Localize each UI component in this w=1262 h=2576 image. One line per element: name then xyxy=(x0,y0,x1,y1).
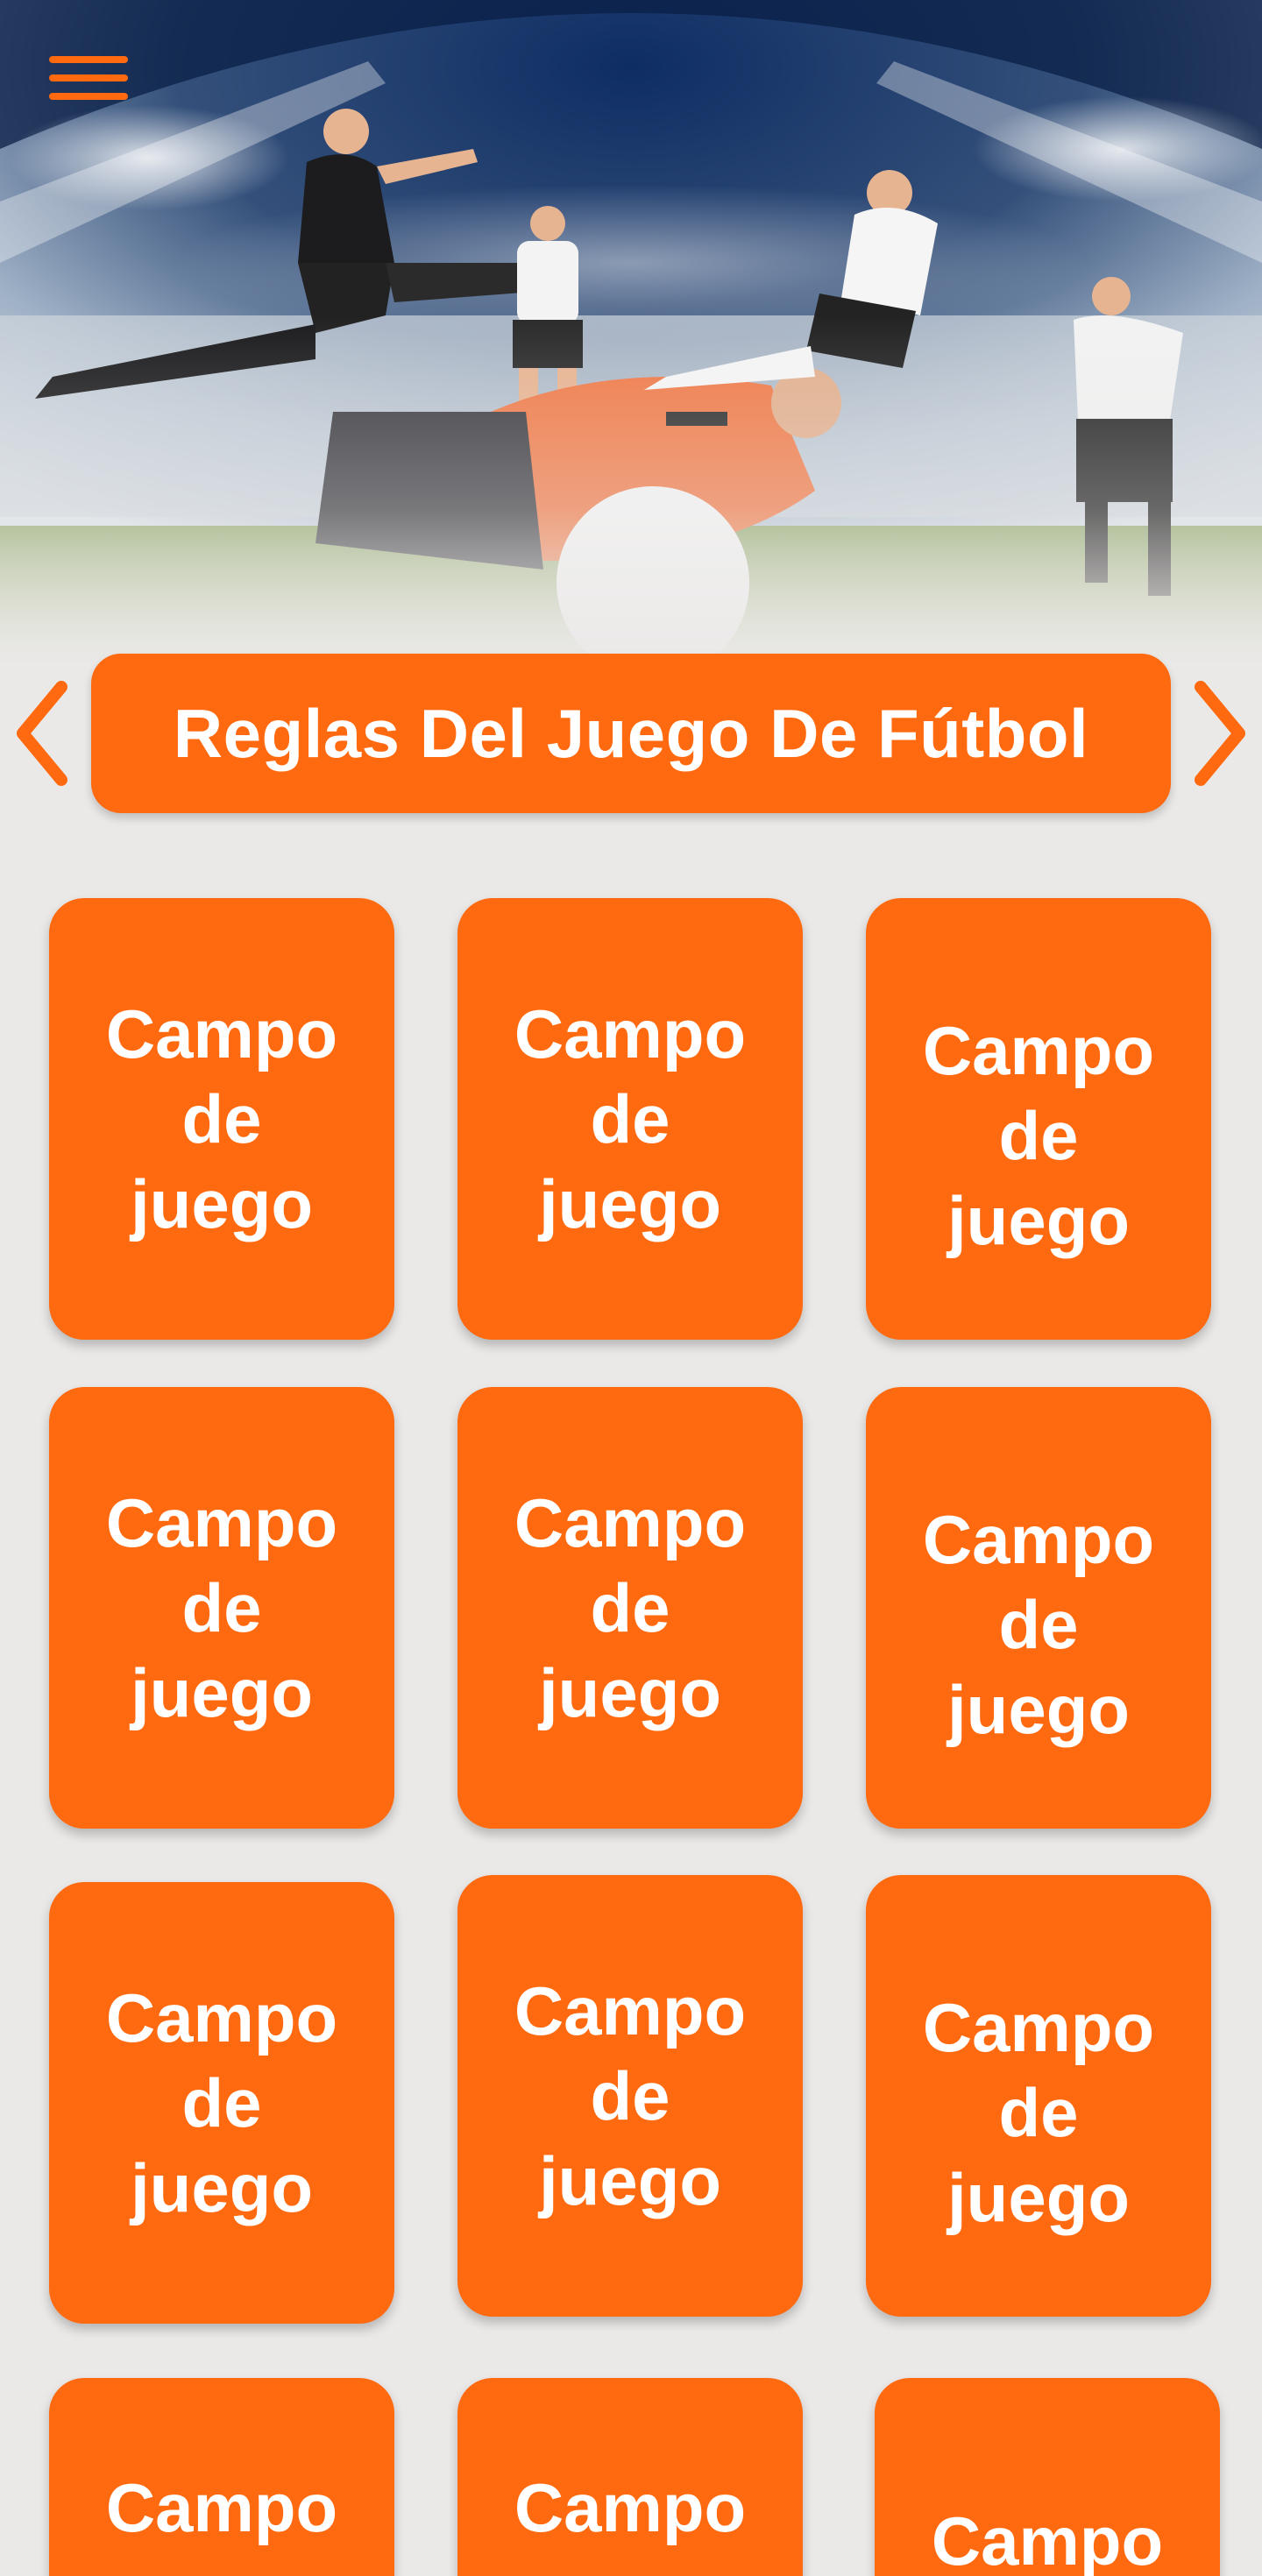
chevron-right-icon xyxy=(1195,681,1245,786)
rule-card-label: Campo de juego xyxy=(514,1483,747,1731)
rule-card[interactable]: Campo de juego xyxy=(457,898,803,1340)
rule-card[interactable]: Campo xyxy=(49,2378,394,2576)
rule-card-label: Campo xyxy=(931,2502,1164,2576)
next-button[interactable] xyxy=(1190,676,1253,790)
rule-card-label: Campo de juego xyxy=(105,994,338,1242)
rule-card[interactable]: Campo de juego xyxy=(49,1387,394,1829)
rule-card-label: Campo de juego xyxy=(514,1971,747,2219)
hamburger-menu-icon-line xyxy=(49,93,128,100)
rule-card[interactable]: Campo de juego xyxy=(457,1387,803,1829)
rule-card-label: Campo de juego xyxy=(105,1483,338,1731)
app-screen: Reglas Del Juego De Fútbol Campo de jueg… xyxy=(0,0,1262,2576)
title-bar: Reglas Del Juego De Fútbol xyxy=(0,652,1262,818)
previous-button[interactable] xyxy=(9,676,72,790)
chevron-left-icon xyxy=(17,681,67,786)
page-title: Reglas Del Juego De Fútbol xyxy=(173,694,1089,772)
hamburger-menu-icon xyxy=(49,56,128,63)
rule-card[interactable]: Campo de juego xyxy=(457,1875,803,2317)
rule-card[interactable]: Campo de juego xyxy=(866,1875,1211,2317)
rule-card-label: Campo de juego xyxy=(514,994,747,1242)
rule-card[interactable]: Campo de juego xyxy=(49,898,394,1340)
hamburger-menu-button[interactable] xyxy=(42,49,135,107)
hamburger-menu-icon-line xyxy=(49,74,128,81)
rule-card-label: Campo de juego xyxy=(922,1011,1155,1259)
rule-card[interactable]: Campo de juego xyxy=(866,1387,1211,1829)
rule-card[interactable]: Campo xyxy=(457,2378,803,2576)
rules-grid: Campo de juego Campo de juego Campo de j… xyxy=(0,0,1262,2576)
rule-card-label: Campo xyxy=(105,2469,338,2546)
rule-card-label: Campo de juego xyxy=(922,1500,1155,1748)
rule-card[interactable]: Campo de juego xyxy=(866,898,1211,1340)
rule-card-label: Campo de juego xyxy=(922,1988,1155,2236)
title-pill: Reglas Del Juego De Fútbol xyxy=(91,654,1171,813)
rule-card[interactable]: Campo de juego xyxy=(49,1882,394,2324)
rule-card-label: Campo xyxy=(514,2469,747,2546)
rule-card-label: Campo de juego xyxy=(105,1978,338,2226)
rule-card[interactable]: Campo xyxy=(875,2378,1220,2576)
